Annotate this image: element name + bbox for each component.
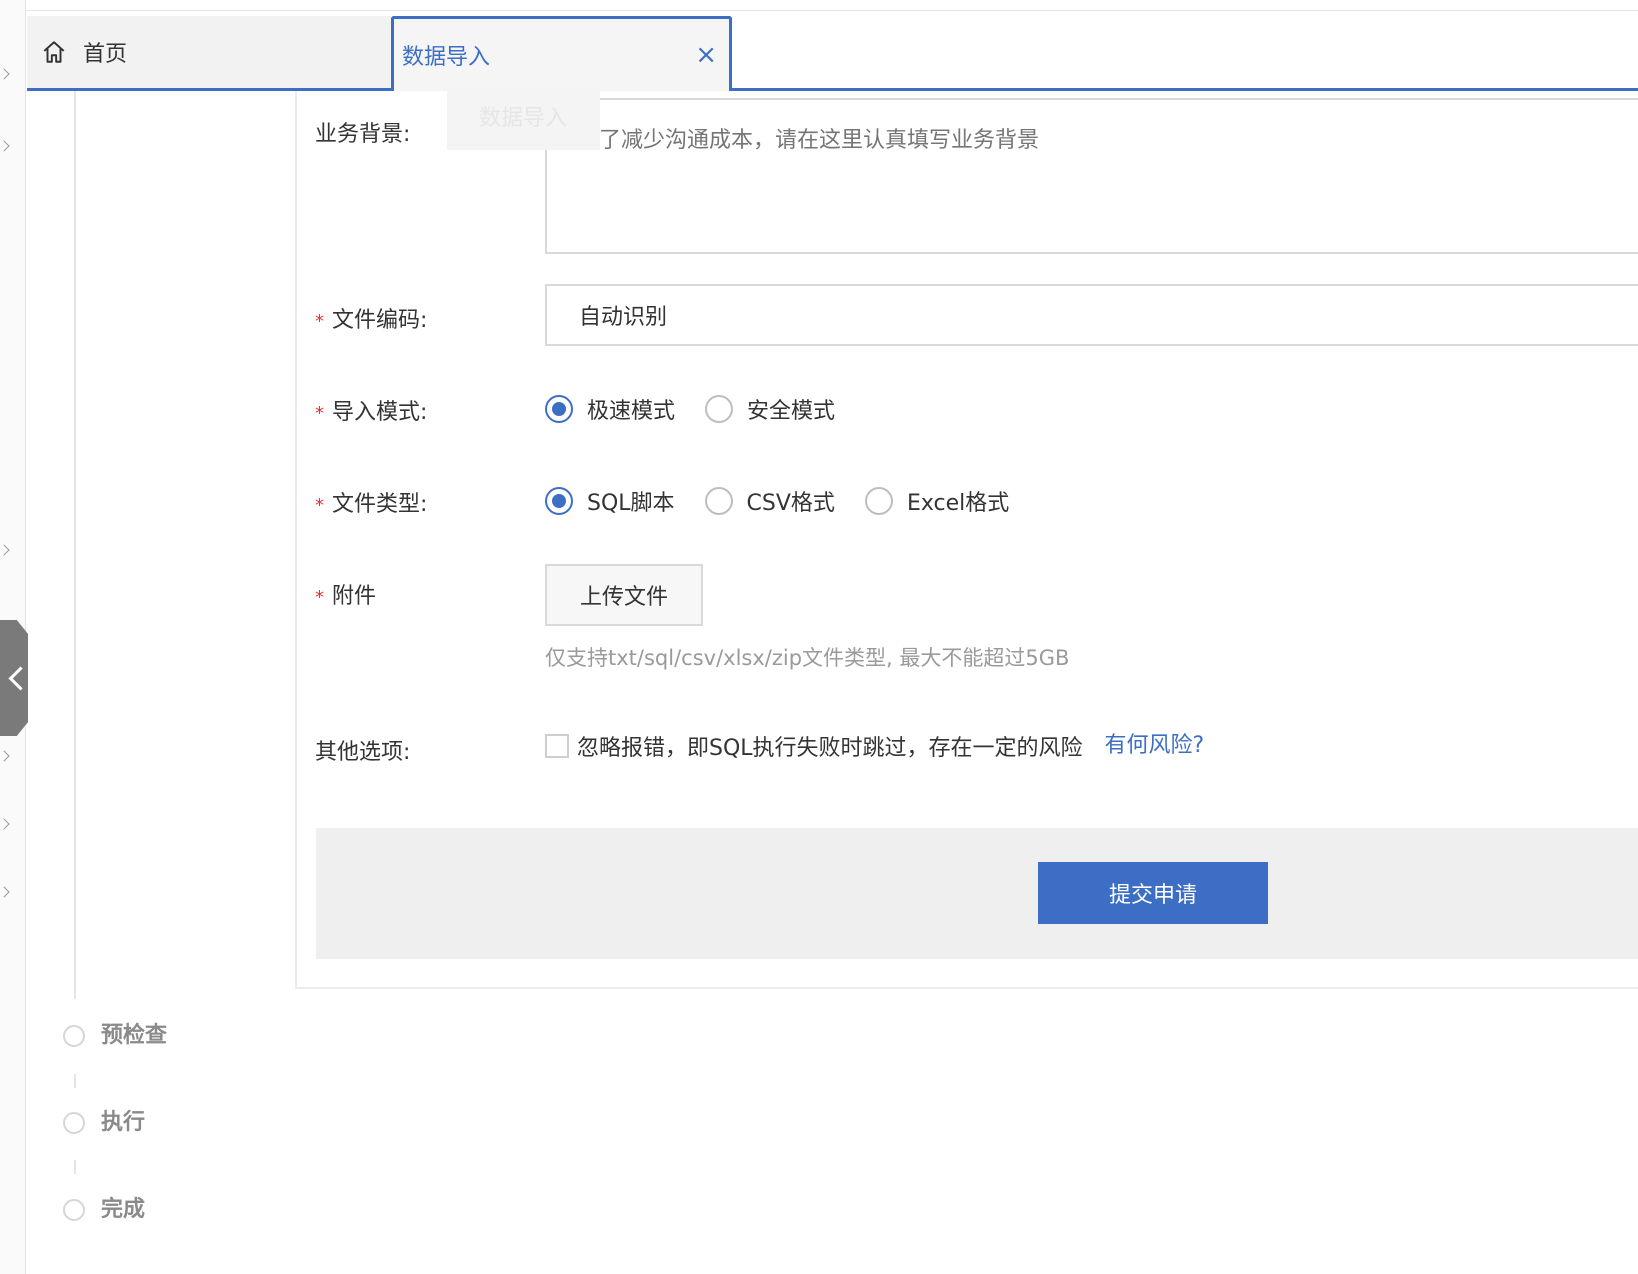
step-complete: 完成 bbox=[63, 1197, 145, 1222]
radio-excel[interactable]: Excel格式 bbox=[864, 485, 1010, 517]
step-connector bbox=[74, 1160, 76, 1174]
radio-circle[interactable] bbox=[545, 395, 573, 423]
top-divider bbox=[26, 10, 1638, 11]
step-label: 执行 bbox=[101, 1110, 146, 1135]
upload-hint: 仅支持txt/sql/csv/xlsx/zip文件类型, 最大不能超过5GB bbox=[545, 646, 1070, 670]
ignore-errors-checkbox[interactable] bbox=[545, 734, 569, 758]
other-options-label-text: 其他选项: bbox=[315, 740, 411, 765]
encoding-label: * 文件编码: bbox=[315, 302, 427, 334]
radio-circle[interactable] bbox=[545, 487, 573, 515]
background-label-text: 业务背景: bbox=[315, 122, 411, 147]
upload-file-button[interactable]: 上传文件 bbox=[545, 564, 703, 626]
radio-label: 安全模式 bbox=[747, 399, 836, 424]
required-mark: * bbox=[315, 311, 324, 332]
chevron-right-icon[interactable] bbox=[0, 886, 10, 898]
home-icon bbox=[43, 41, 65, 63]
sidebar-collapse-button[interactable] bbox=[0, 620, 28, 736]
step-label: 完成 bbox=[101, 1197, 146, 1222]
radio-label: CSV格式 bbox=[746, 491, 835, 516]
risk-info-link[interactable]: 有何风险? bbox=[1105, 727, 1205, 759]
encoding-select[interactable]: 自动识别 bbox=[545, 284, 1638, 346]
step-dot bbox=[63, 1199, 85, 1221]
import-mode-label: * 导入模式: bbox=[315, 394, 427, 426]
file-type-label: * 文件类型: bbox=[315, 486, 427, 518]
step-connector bbox=[74, 91, 76, 999]
file-type-radio-group: SQL脚本 CSV格式 Excel格式 bbox=[545, 486, 1039, 516]
chevron-right-icon[interactable] bbox=[0, 544, 10, 556]
encoding-label-text: 文件编码: bbox=[332, 308, 428, 333]
encoding-select-value: 自动识别 bbox=[579, 305, 668, 330]
other-options-label: 其他选项: bbox=[315, 734, 410, 766]
required-mark: * bbox=[315, 587, 324, 608]
required-mark: * bbox=[315, 495, 324, 516]
ignore-errors-text: 忽略报错，即SQL执行失败时跳过，存在一定的风险 bbox=[577, 736, 1083, 761]
radio-circle[interactable] bbox=[864, 487, 893, 515]
step-precheck: 预检查 bbox=[63, 1023, 167, 1048]
radio-sql[interactable]: SQL脚本 bbox=[545, 485, 675, 517]
chevron-right-icon[interactable] bbox=[0, 68, 10, 80]
page: 首页 数据导入 × 预检查 执行 完成 业务背景: 数据导入 * 文件编码: 自动… bbox=[0, 0, 1638, 1274]
required-mark: * bbox=[315, 403, 324, 424]
tab-data-import[interactable]: 数据导入 × bbox=[391, 16, 732, 91]
floating-tab-ghost: 数据导入 bbox=[447, 88, 600, 150]
radio-label: Excel格式 bbox=[906, 491, 1010, 516]
radio-safe-mode[interactable]: 安全模式 bbox=[705, 393, 835, 425]
radio-fast-mode[interactable]: 极速模式 bbox=[545, 393, 675, 425]
tab-bar: 首页 数据导入 × bbox=[27, 16, 1638, 92]
background-textarea[interactable] bbox=[545, 98, 1638, 254]
radio-circle[interactable] bbox=[704, 487, 733, 515]
chevron-right-icon[interactable] bbox=[0, 140, 10, 152]
file-type-label-text: 文件类型: bbox=[332, 492, 428, 517]
submit-button[interactable]: 提交申请 bbox=[1038, 862, 1268, 924]
chevron-right-icon[interactable] bbox=[0, 818, 10, 830]
step-dot bbox=[63, 1112, 85, 1134]
step-dot bbox=[63, 1025, 85, 1047]
step-connector bbox=[74, 1074, 76, 1088]
step-execute: 执行 bbox=[63, 1110, 145, 1135]
step-label: 预检查 bbox=[101, 1023, 168, 1048]
radio-circle[interactable] bbox=[705, 395, 734, 423]
chevron-right-icon[interactable] bbox=[0, 750, 10, 762]
ignore-errors-row: 忽略报错，即SQL执行失败时跳过，存在一定的风险 有何风险? bbox=[545, 730, 1204, 762]
radio-csv[interactable]: CSV格式 bbox=[704, 485, 835, 517]
attachment-label: * 附件 bbox=[315, 578, 376, 610]
tab-data-import-label: 数据导入 bbox=[402, 45, 491, 70]
background-label: 业务背景: bbox=[315, 116, 410, 148]
import-mode-label-text: 导入模式: bbox=[332, 400, 428, 425]
form-footer bbox=[316, 828, 1638, 959]
attachment-label-text: 附件 bbox=[332, 584, 377, 609]
tab-home[interactable]: 首页 bbox=[27, 16, 391, 91]
tab-home-label: 首页 bbox=[83, 42, 128, 67]
close-icon[interactable]: × bbox=[695, 40, 717, 70]
radio-label: 极速模式 bbox=[587, 399, 676, 424]
radio-label: SQL脚本 bbox=[587, 491, 675, 516]
import-mode-radio-group: 极速模式 安全模式 bbox=[545, 394, 865, 424]
